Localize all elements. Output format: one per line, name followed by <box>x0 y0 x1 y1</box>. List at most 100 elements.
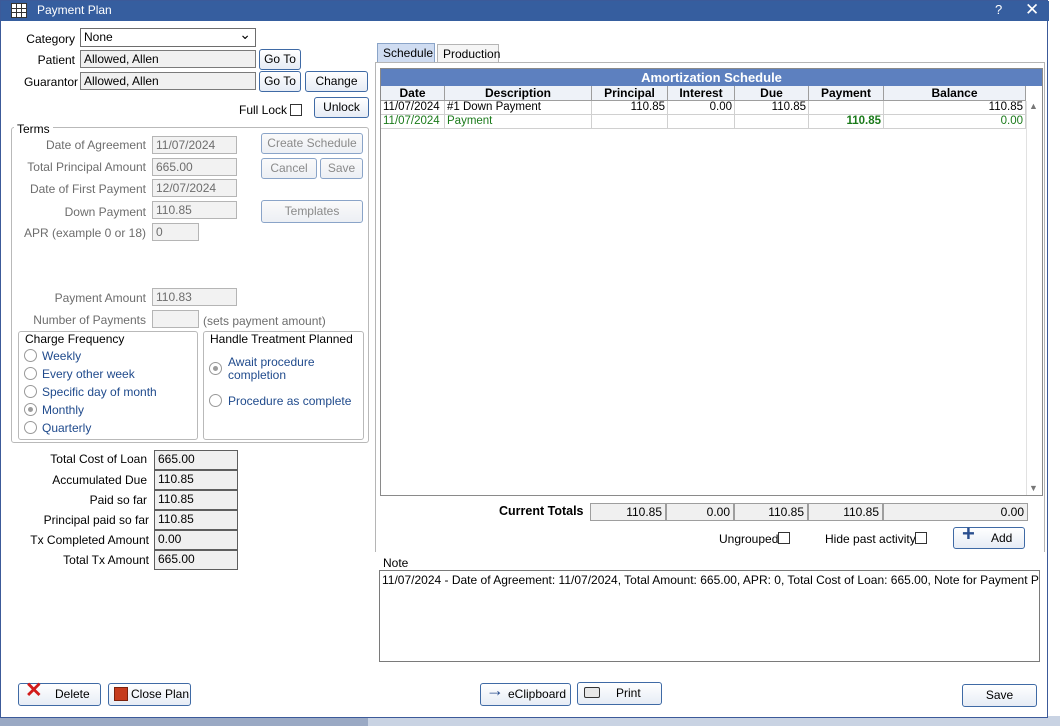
principal-paid-label: Principal paid so far <box>43 513 149 527</box>
amortization-grid[interactable]: Amortization Schedule Date Description P… <box>380 68 1043 496</box>
charge-frequency-title: Charge Frequency <box>25 332 125 346</box>
column-header-interest[interactable]: Interest <box>668 86 735 101</box>
table-row-2-interest[interactable] <box>668 115 735 129</box>
add-button[interactable]: + Add <box>953 523 1025 549</box>
title-bar[interactable]: Payment Plan ? ✕ <box>1 0 1049 21</box>
tx-completed-field[interactable]: 0.00 <box>154 530 238 550</box>
close-window-button[interactable]: ✕ <box>1025 0 1039 20</box>
help-button[interactable]: ? <box>995 2 1002 17</box>
current-totals-label: Current Totals <box>499 504 584 518</box>
paid-so-far-field[interactable]: 110.85 <box>154 490 238 510</box>
close-plan-button[interactable]: Close Plan <box>108 683 191 706</box>
total-principal-field[interactable]: 665.00 <box>152 158 237 176</box>
total-payment: 110.85 <box>808 503 883 521</box>
table-row-2-payment[interactable]: 110.85 <box>809 115 884 129</box>
column-header-description[interactable]: Description <box>445 86 592 101</box>
save-button[interactable]: Save <box>962 684 1037 707</box>
payment-plan-window: Payment Plan ? ✕ Category None ⌄ Patient… <box>0 0 1049 718</box>
guarantor-field[interactable]: Allowed, Allen <box>80 72 256 90</box>
column-header-payment[interactable]: Payment <box>809 86 884 101</box>
print-button[interactable]: Print <box>577 682 662 705</box>
column-header-balance[interactable]: Balance <box>884 86 1026 101</box>
accumulated-due-field[interactable]: 110.85 <box>154 470 238 490</box>
table-row-1-payment[interactable] <box>809 101 884 115</box>
save-terms-button[interactable]: Save <box>320 158 363 179</box>
treatment-planned-group <box>203 331 364 440</box>
change-guarantor-button[interactable]: Change <box>305 71 368 92</box>
close-plan-icon <box>114 687 128 701</box>
apr-label: APR (example 0 or 18) <box>23 226 146 240</box>
add-button-label: Add <box>991 531 1013 545</box>
total-tx-field[interactable]: 665.00 <box>154 550 238 570</box>
payment-amount-label: Payment Amount <box>54 291 146 305</box>
delete-button[interactable]: ✕ Delete <box>18 679 101 706</box>
paid-so-far-label: Paid so far <box>89 493 147 507</box>
category-select[interactable]: None ⌄ <box>80 28 256 47</box>
table-row-2-description[interactable]: Payment <box>445 115 592 129</box>
radio-weekly-label: Weekly <box>42 349 82 363</box>
total-principal-label: Total Principal Amount <box>27 160 146 174</box>
table-row-1-description[interactable]: #1 Down Payment <box>445 101 592 115</box>
tab-production[interactable]: Production <box>437 44 500 62</box>
down-payment-label: Down Payment <box>64 205 146 219</box>
full-lock-checkbox[interactable] <box>290 104 302 116</box>
guarantor-goto-button[interactable]: Go To <box>259 71 301 92</box>
column-header-due[interactable]: Due <box>735 86 809 101</box>
number-of-payments-field[interactable] <box>152 310 199 328</box>
table-row-2-date[interactable]: 11/07/2024 <box>381 115 445 129</box>
first-payment-field[interactable]: 12/07/2024 <box>152 179 237 197</box>
date-of-agreement-field[interactable]: 11/07/2024 <box>152 136 237 154</box>
radio-await-completion[interactable] <box>209 362 222 375</box>
total-cost-field[interactable]: 665.00 <box>154 450 238 470</box>
table-row-2-balance[interactable]: 0.00 <box>884 115 1026 129</box>
column-header-date[interactable]: Date <box>381 86 445 101</box>
total-due: 110.85 <box>734 503 808 521</box>
total-principal: 110.85 <box>590 503 666 521</box>
table-row-1-balance[interactable]: 110.85 <box>884 101 1026 115</box>
number-of-payments-hint: (sets payment amount) <box>203 314 326 328</box>
hide-past-activity-checkbox[interactable] <box>915 532 927 544</box>
radio-weekly[interactable] <box>24 349 37 362</box>
table-row-2-principal[interactable] <box>592 115 668 129</box>
grid-scrollbar[interactable]: ▲ ▼ <box>1026 101 1038 495</box>
patient-field[interactable]: Allowed, Allen <box>80 50 256 68</box>
number-of-payments-label: Number of Payments <box>33 313 146 327</box>
delete-x-icon: ✕ <box>25 679 43 702</box>
eclipboard-button[interactable]: → eClipboard <box>480 681 571 706</box>
hide-past-activity-label: Hide past activity <box>825 532 916 546</box>
templates-button[interactable]: Templates <box>261 200 363 223</box>
radio-every-other-week[interactable] <box>24 367 37 380</box>
cancel-terms-button[interactable]: Cancel <box>261 158 317 179</box>
radio-specific-day[interactable] <box>24 385 37 398</box>
radio-procedure-complete-label: Procedure as complete <box>228 394 352 408</box>
create-schedule-button[interactable]: Create Schedule <box>261 133 363 154</box>
down-payment-field[interactable]: 110.85 <box>152 201 237 219</box>
ungrouped-checkbox[interactable] <box>778 532 790 544</box>
apr-field[interactable]: 0 <box>152 223 199 241</box>
table-row-2-due[interactable] <box>735 115 809 129</box>
table-row-1-due[interactable]: 110.85 <box>735 101 809 115</box>
category-value: None <box>84 30 113 44</box>
printer-icon <box>584 687 600 698</box>
radio-procedure-complete[interactable] <box>209 394 222 407</box>
table-row-1-interest[interactable]: 0.00 <box>668 101 735 115</box>
payment-amount-field[interactable]: 110.83 <box>152 288 237 306</box>
radio-quarterly[interactable] <box>24 421 37 434</box>
total-balance: 0.00 <box>883 503 1028 521</box>
unlock-button[interactable]: Unlock <box>314 97 369 118</box>
app-grid-icon <box>11 3 27 18</box>
tab-schedule[interactable]: Schedule <box>377 43 435 62</box>
radio-quarterly-label: Quarterly <box>42 421 92 435</box>
scroll-down-icon[interactable]: ▼ <box>1029 483 1038 493</box>
column-header-principal[interactable]: Principal <box>592 86 668 101</box>
note-textarea[interactable]: 11/07/2024 - Date of Agreement: 11/07/20… <box>379 570 1040 662</box>
scroll-up-icon[interactable]: ▲ <box>1029 101 1038 111</box>
patient-goto-button[interactable]: Go To <box>259 49 301 70</box>
table-row-1-date[interactable]: 11/07/2024 <box>381 101 445 115</box>
radio-monthly[interactable] <box>24 403 37 416</box>
radio-await-completion-label-2: completion <box>228 368 287 382</box>
total-cost-label: Total Cost of Loan <box>50 452 147 466</box>
table-row-1-principal[interactable]: 110.85 <box>592 101 668 115</box>
principal-paid-field[interactable]: 110.85 <box>154 510 238 530</box>
window-title: Payment Plan <box>37 3 112 17</box>
